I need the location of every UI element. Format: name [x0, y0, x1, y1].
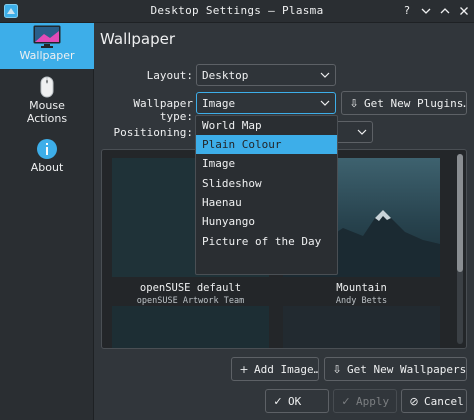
chevron-down-icon	[320, 72, 330, 78]
download-icon: ⇩	[332, 363, 342, 376]
add-image-label: Add Image…	[254, 363, 319, 376]
mouse-icon	[40, 76, 54, 98]
wallpaper-author: openSUSE Artwork Team	[136, 296, 245, 306]
sidebar-item-about[interactable]: About	[0, 135, 94, 181]
minimize-icon[interactable]	[418, 3, 434, 19]
layout-label: Layout:	[146, 69, 193, 82]
help-icon[interactable]: ?	[399, 3, 415, 19]
layout-value: Desktop	[202, 69, 249, 82]
dropdown-option-hunyango[interactable]: Hunyango	[196, 212, 337, 231]
wallpaper-thumbnail[interactable]	[112, 306, 269, 348]
wallpaper-page: Wallpaper Layout: Desktop Wallpaper type…	[95, 23, 474, 420]
wallpaper-thumbnail[interactable]	[283, 306, 440, 348]
dropdown-option-plain-colour[interactable]: Plain Colour	[196, 135, 337, 154]
sidebar-item-wallpaper[interactable]: Wallpaper	[0, 23, 94, 69]
checkmark-icon: ✓	[341, 395, 351, 408]
cancel-label: Cancel	[424, 395, 464, 408]
cancel-icon: ⊘	[409, 395, 419, 408]
apply-label: Apply	[356, 395, 390, 408]
dropdown-option-slideshow[interactable]: Slideshow	[196, 174, 337, 193]
layout-combo[interactable]: Desktop	[196, 64, 336, 86]
dropdown-option-image[interactable]: Image	[196, 154, 337, 173]
checkmark-icon: ✓	[273, 395, 283, 408]
dropdown-option-world-map[interactable]: World Map	[196, 116, 337, 135]
dropdown-option-haenau[interactable]: Haenau	[196, 193, 337, 212]
info-icon	[37, 139, 57, 159]
add-image-button[interactable]: + Add Image…	[231, 357, 319, 381]
wallpaper-title: openSUSE default	[139, 282, 242, 294]
apply-button[interactable]: ✓ Apply	[333, 389, 397, 413]
monitor-icon	[33, 25, 61, 48]
download-icon: ⇩	[349, 97, 359, 110]
sidebar-item-mouse-actions[interactable]: Mouse Actions	[0, 73, 94, 131]
wallpaper-author: Andy Betts	[335, 296, 388, 306]
ok-label: OK	[288, 395, 302, 408]
wallpaper-type-value: Image	[202, 97, 236, 110]
chevron-down-icon	[357, 129, 367, 135]
title-bar: Desktop Settings — Plasma ?	[0, 0, 474, 23]
chevron-down-icon	[320, 100, 330, 106]
maximize-icon[interactable]	[437, 3, 453, 19]
wallpaper-title: Mountain	[336, 282, 387, 294]
wallpaper-type-combo[interactable]: Image	[196, 92, 336, 114]
get-new-wallpapers-button[interactable]: ⇩ Get New Wallpapers…	[324, 357, 467, 381]
get-new-plugins-button[interactable]: ⇩ Get New Plugins…	[341, 91, 467, 115]
scrollbar-handle[interactable]	[457, 154, 463, 272]
sidebar-item-label: About	[30, 161, 64, 174]
wallpaper-type-label: Wallpaper type:	[133, 97, 193, 123]
dropdown-option-picture-of-the-day[interactable]: Picture of the Day	[196, 232, 337, 251]
wallpaper-type-dropdown: World Map Plain Colour Image Slideshow H…	[195, 115, 338, 275]
get-new-plugins-label: Get New Plugins…	[364, 97, 467, 110]
close-icon[interactable]	[456, 3, 472, 19]
plus-icon: +	[239, 363, 249, 376]
ok-button[interactable]: ✓ OK	[265, 389, 329, 413]
settings-sidebar: Wallpaper Mouse Actions About	[0, 23, 94, 420]
sidebar-item-label: Wallpaper	[19, 49, 75, 62]
cancel-button[interactable]: ⊘ Cancel	[401, 389, 467, 413]
page-title: Wallpaper	[100, 30, 176, 48]
grid-scrollbar[interactable]	[457, 154, 463, 344]
get-new-wallpapers-label: Get New Wallpapers…	[347, 363, 467, 376]
sidebar-item-label: Mouse	[29, 99, 65, 112]
sidebar-item-label: Actions	[26, 112, 68, 125]
positioning-label: Positioning:	[113, 126, 193, 139]
